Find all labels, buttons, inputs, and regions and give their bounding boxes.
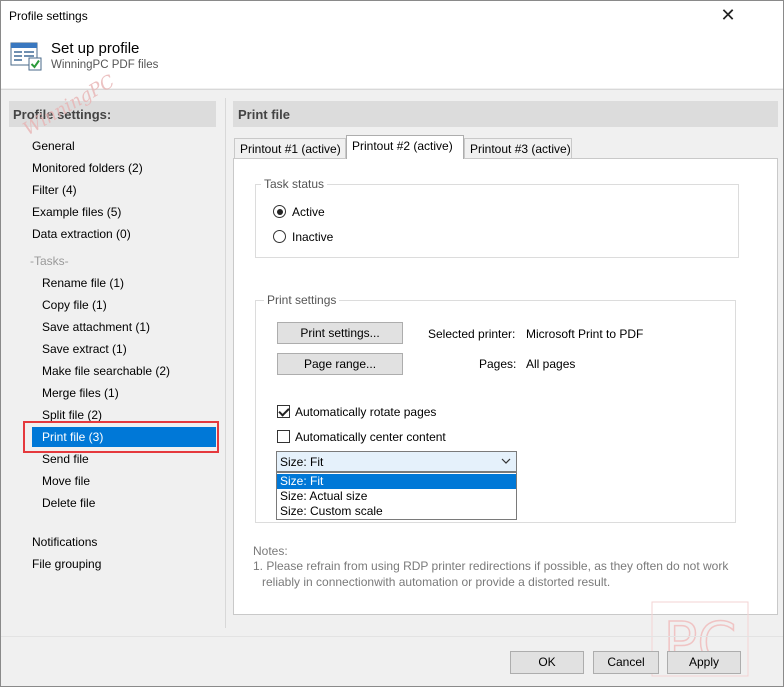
- window-settings-icon: [10, 42, 42, 71]
- chevron-down-icon: [501, 458, 511, 464]
- print-settings-legend: Print settings: [264, 293, 340, 307]
- radio-active[interactable]: [273, 205, 286, 218]
- notes-line-1: 1. Please refrain from using RDP printer…: [253, 559, 729, 573]
- nav-section-tasks: -Tasks-: [30, 254, 69, 268]
- auto-center-checkbox[interactable]: [277, 430, 290, 443]
- pages-value: All pages: [526, 357, 576, 371]
- window-title: Profile settings: [9, 9, 88, 23]
- selected-printer-label: Selected printer:: [428, 327, 516, 341]
- header-subtitle: WinningPC PDF files: [51, 59, 159, 71]
- nav-item-filter[interactable]: Filter (4): [32, 180, 77, 200]
- ok-button[interactable]: OK: [510, 651, 584, 674]
- nav-item-notifications[interactable]: Notifications: [32, 532, 97, 552]
- nav-item-data-extraction[interactable]: Data extraction (0): [32, 224, 131, 244]
- size-select[interactable]: Size: Fit: [276, 451, 517, 472]
- nav-item-rename-file[interactable]: Rename file (1): [42, 273, 124, 293]
- selection-highlight-box: [23, 421, 219, 453]
- radio-inactive-label[interactable]: Inactive: [292, 230, 333, 244]
- header-title: Set up profile: [51, 40, 140, 57]
- nav-item-monitored-folders[interactable]: Monitored folders (2): [32, 158, 143, 178]
- nav-item-delete-file[interactable]: Delete file: [42, 493, 95, 513]
- tab-printout-1[interactable]: Printout #1 (active): [234, 138, 346, 159]
- footer-divider: [1, 636, 783, 637]
- pages-label: Pages:: [479, 357, 517, 371]
- notes-heading: Notes:: [253, 544, 288, 558]
- size-option-actual[interactable]: Size: Actual size: [277, 489, 516, 504]
- radio-inactive[interactable]: [273, 230, 286, 243]
- selected-printer-value: Microsoft Print to PDF: [526, 327, 644, 341]
- radio-active-label[interactable]: Active: [292, 205, 325, 219]
- size-option-fit[interactable]: Size: Fit: [277, 474, 516, 489]
- tab-printout-3[interactable]: Printout #3 (active): [464, 138, 572, 159]
- auto-rotate-checkbox[interactable]: [277, 405, 290, 418]
- header-divider: [1, 89, 783, 90]
- notes-line-2: reliably in connectionwith automation or…: [262, 575, 611, 589]
- nav-item-save-attachment[interactable]: Save attachment (1): [42, 317, 150, 337]
- nav-item-merge-files[interactable]: Merge files (1): [42, 383, 119, 403]
- close-icon[interactable]: ✕: [714, 3, 742, 27]
- nav-item-make-file-searchable[interactable]: Make file searchable (2): [42, 361, 170, 381]
- nav-item-copy-file[interactable]: Copy file (1): [42, 295, 107, 315]
- panel-heading: Print file: [238, 107, 291, 122]
- tab-printout-2[interactable]: Printout #2 (active): [346, 135, 464, 159]
- nav-item-general[interactable]: General: [32, 136, 75, 156]
- panel-heading-bar: Print file: [233, 101, 778, 127]
- auto-rotate-label[interactable]: Automatically rotate pages: [295, 405, 436, 419]
- size-option-custom[interactable]: Size: Custom scale: [277, 504, 516, 519]
- page-range-button[interactable]: Page range...: [277, 353, 403, 375]
- nav-item-example-files[interactable]: Example files (5): [32, 202, 121, 222]
- nav-item-move-file[interactable]: Move file: [42, 471, 90, 491]
- cancel-button[interactable]: Cancel: [593, 651, 659, 674]
- print-settings-button[interactable]: Print settings...: [277, 322, 403, 344]
- size-dropdown-list: Size: Fit Size: Actual size Size: Custom…: [276, 472, 517, 520]
- auto-center-label[interactable]: Automatically center content: [295, 430, 446, 444]
- title-bar: [0, 0, 784, 33]
- task-status-group: [255, 184, 739, 258]
- apply-button[interactable]: Apply: [667, 651, 741, 674]
- nav-item-file-grouping[interactable]: File grouping: [32, 554, 101, 574]
- size-select-value: Size: Fit: [280, 455, 324, 469]
- header: Set up profile WinningPC PDF files: [1, 32, 783, 88]
- panel-divider: [225, 98, 226, 628]
- task-status-legend: Task status: [261, 177, 328, 191]
- nav-item-save-extract[interactable]: Save extract (1): [42, 339, 127, 359]
